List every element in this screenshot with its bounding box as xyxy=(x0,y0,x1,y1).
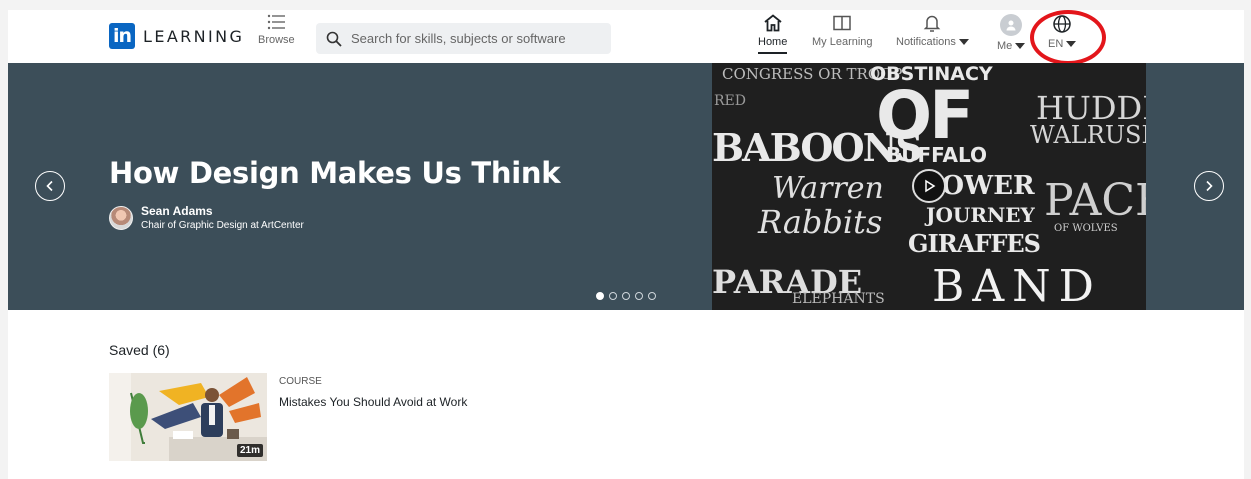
play-icon xyxy=(925,179,936,193)
carousel-dot[interactable] xyxy=(596,292,604,300)
art-word: OF WOLVES xyxy=(1054,223,1118,234)
play-button[interactable] xyxy=(912,169,946,203)
language-text: EN xyxy=(1048,38,1064,50)
nav-notifications-label: Notifications xyxy=(896,36,969,48)
carousel-dot[interactable] xyxy=(635,292,643,300)
saved-section-title: Saved (6) xyxy=(109,342,170,358)
carousel-dot[interactable] xyxy=(609,292,617,300)
chevron-down-icon xyxy=(1015,43,1026,49)
linkedin-learning-logo[interactable]: in LEARNING xyxy=(109,23,244,49)
logo-text: LEARNING xyxy=(143,26,245,46)
search-input[interactable] xyxy=(351,31,601,46)
nav-my-learning-label: My Learning xyxy=(812,36,873,48)
art-word: JOURNEY xyxy=(926,203,1035,227)
home-icon xyxy=(764,14,782,32)
nav-my-learning[interactable]: My Learning xyxy=(812,14,873,48)
carousel-next-button[interactable] xyxy=(1194,171,1224,201)
search-bar[interactable] xyxy=(316,23,611,54)
avatar-icon xyxy=(1000,14,1023,36)
saved-course-title[interactable]: Mistakes You Should Avoid at Work xyxy=(279,395,467,409)
page: in LEARNING Browse Search for skills, su… xyxy=(8,10,1244,479)
book-icon xyxy=(833,15,852,31)
browse-label: Browse xyxy=(258,34,295,46)
language-label: EN xyxy=(1048,38,1077,50)
globe-icon xyxy=(1053,15,1071,33)
nav-me[interactable]: Me xyxy=(997,14,1026,52)
carousel-dot[interactable] xyxy=(648,292,656,300)
carousel-indicators xyxy=(596,292,656,300)
art-word: Warren xyxy=(772,171,884,206)
art-word: BUFFALO xyxy=(886,143,988,167)
author-info: Sean Adams Chair of Graphic Design at Ar… xyxy=(109,204,304,231)
bell-icon xyxy=(924,15,941,32)
art-word: GIRAFFES xyxy=(908,229,1041,258)
content-type-label: COURSE xyxy=(279,376,322,387)
art-word: RED xyxy=(714,93,746,109)
art-word: Rabbits xyxy=(758,203,883,241)
nav-me-label: Me xyxy=(997,40,1026,52)
carousel-dot[interactable] xyxy=(622,292,630,300)
course-title[interactable]: How Design Makes Us Think xyxy=(109,156,561,190)
chevron-left-icon xyxy=(46,180,53,192)
nav-notifications[interactable]: Notifications xyxy=(896,14,969,48)
author-role: Chair of Graphic Design at ArtCenter xyxy=(141,220,304,231)
hero-carousel: CONGRESS OR TROOP OBSTINACY OF HUDDLE WA… xyxy=(8,63,1244,310)
art-word: ELEPHANTS xyxy=(792,291,885,307)
art-word: BAND xyxy=(932,261,1102,310)
linkedin-logo-icon: in xyxy=(109,23,135,49)
art-word: PACK xyxy=(1044,175,1146,226)
nav-home-label: Home xyxy=(758,36,788,48)
notifications-text: Notifications xyxy=(896,36,956,48)
browse-button[interactable]: Browse xyxy=(258,14,295,46)
art-word: WALRUSES xyxy=(1030,121,1146,149)
nav-home[interactable]: Home xyxy=(758,14,788,54)
carousel-prev-button[interactable] xyxy=(35,171,65,201)
chevron-down-icon xyxy=(958,39,969,45)
author-name: Sean Adams xyxy=(141,204,213,218)
language-selector[interactable]: EN xyxy=(1048,14,1077,50)
search-icon xyxy=(326,31,342,47)
chevron-right-icon xyxy=(1206,180,1213,192)
duration-badge: 21m xyxy=(236,444,263,457)
author-avatar xyxy=(109,205,133,230)
top-nav: in LEARNING Browse Search for skills, su… xyxy=(8,10,1244,65)
list-icon xyxy=(268,14,286,30)
course-thumbnail[interactable]: 21m xyxy=(109,373,267,461)
chevron-down-icon xyxy=(1066,41,1077,47)
me-text: Me xyxy=(997,40,1013,52)
